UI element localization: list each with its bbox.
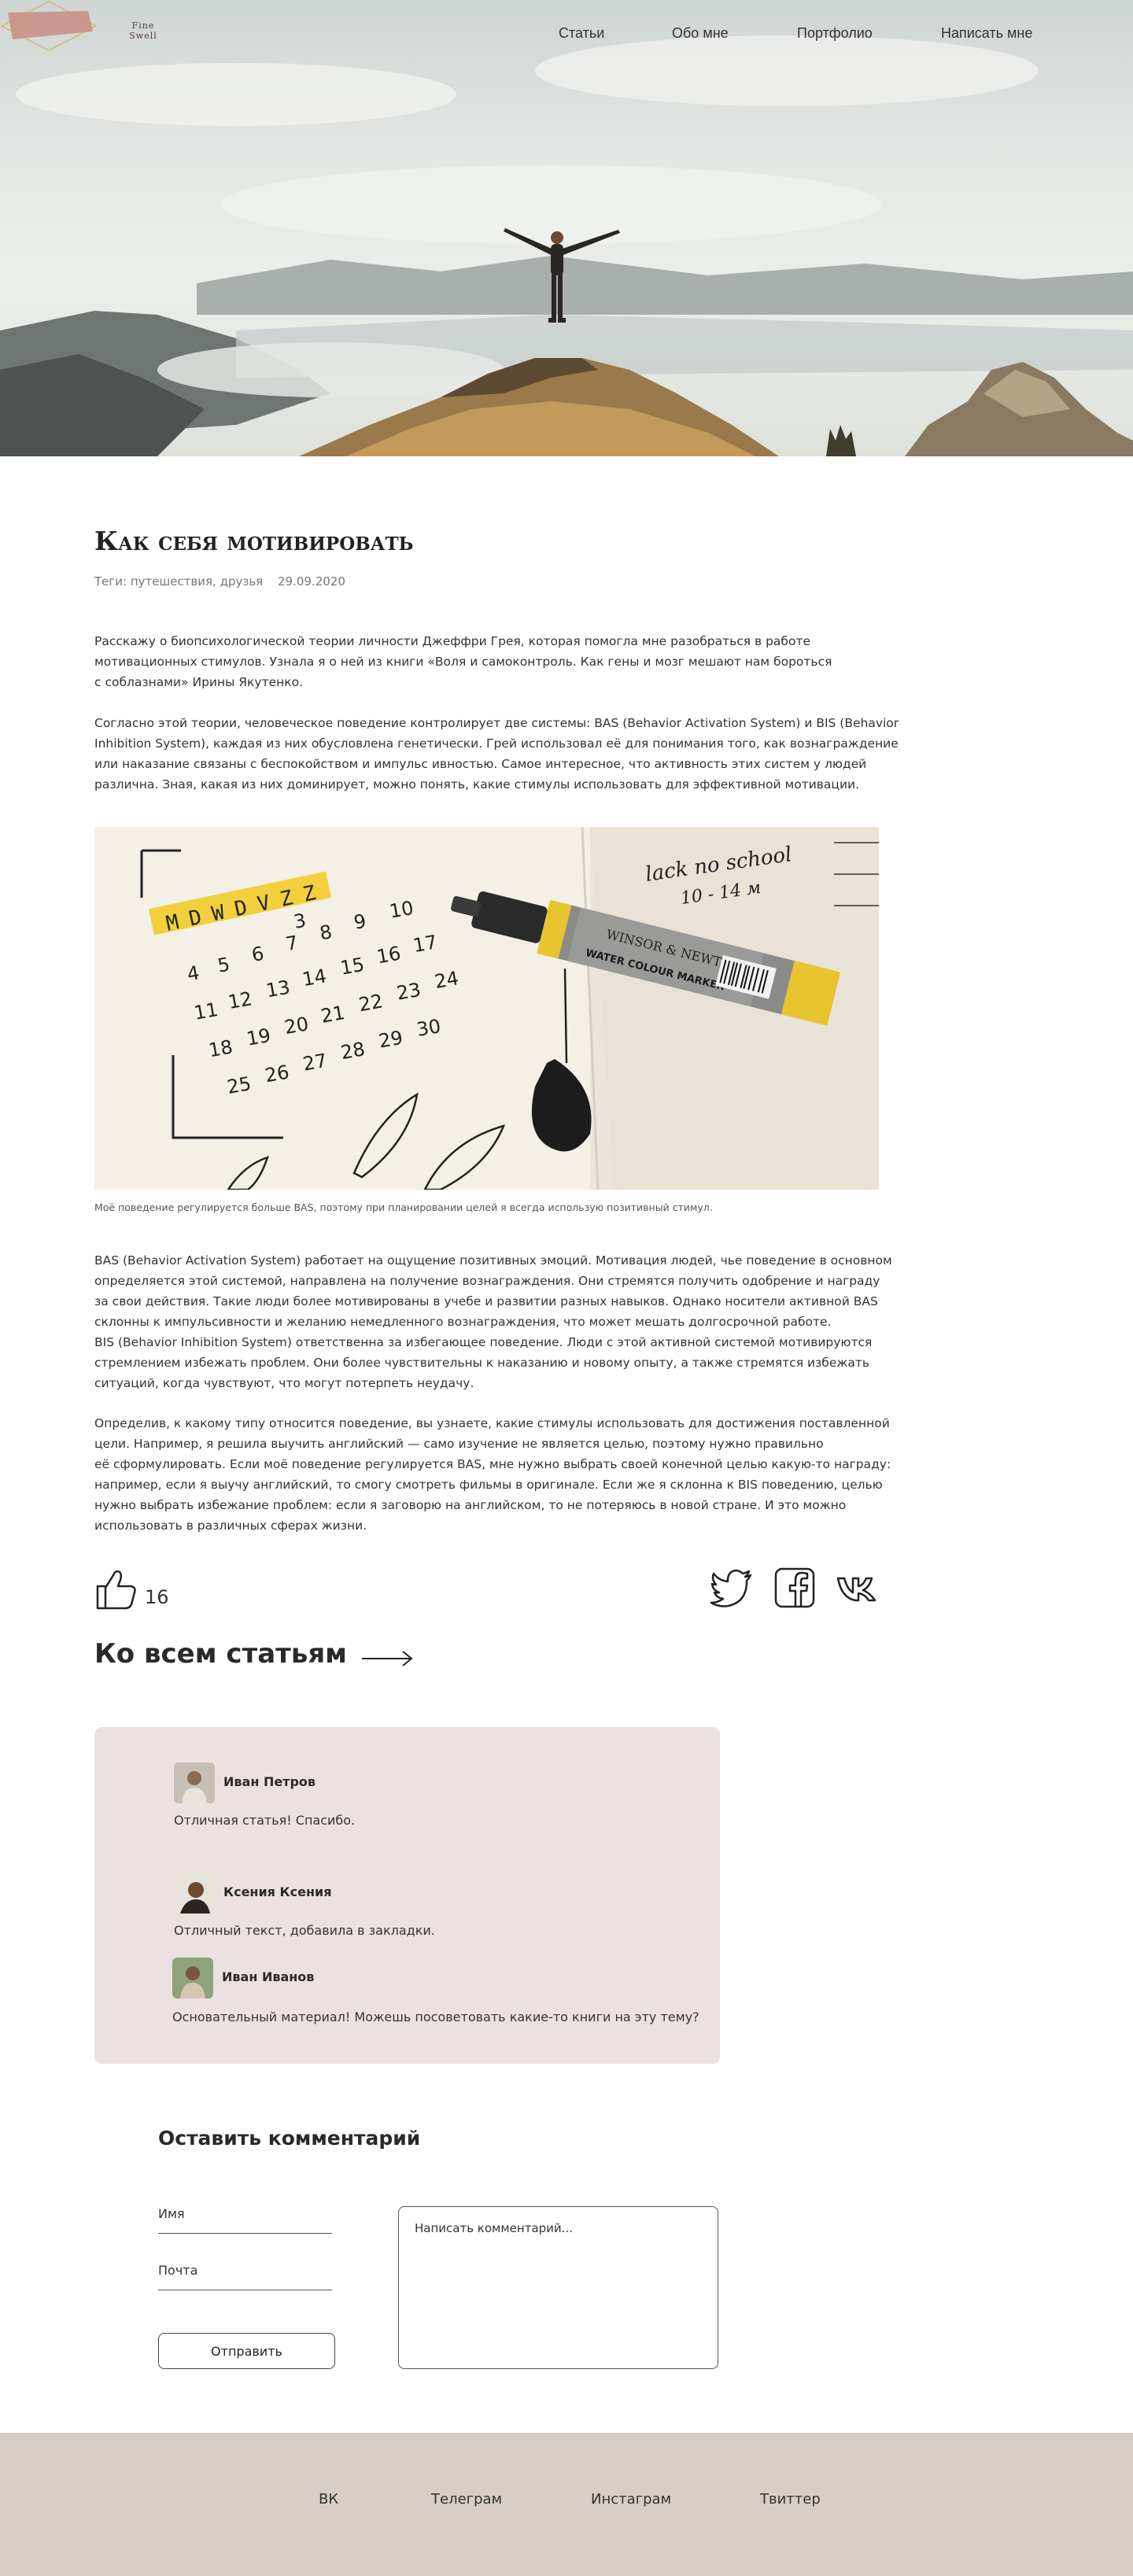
name-field-label: Имя xyxy=(158,2206,185,2221)
svg-text:27: 27 xyxy=(301,1050,329,1076)
nav-item-contact[interactable]: Написать мне xyxy=(941,25,1032,42)
email-field-label: Почта xyxy=(158,2263,198,2278)
svg-text:30: 30 xyxy=(415,1015,442,1041)
svg-text:15: 15 xyxy=(338,954,366,980)
svg-text:12: 12 xyxy=(227,987,254,1013)
vk-icon[interactable] xyxy=(836,1566,880,1610)
svg-text:18: 18 xyxy=(207,1035,234,1061)
calendar-marker-image: MDWDVZZ 3 4 5 6 7 8 9 10 11 12 13 14 15 16 17 18 19 20… xyxy=(94,827,879,1190)
avatar xyxy=(174,1762,215,1803)
facebook-icon[interactable] xyxy=(773,1566,817,1610)
svg-text:19: 19 xyxy=(245,1024,272,1050)
avatar xyxy=(174,1873,215,1914)
paragraph-theory: Согласно этой теории, человеческое повед… xyxy=(94,716,899,792)
footer-link-telegram[interactable]: Телеграм xyxy=(431,2491,502,2508)
arrow-right-icon[interactable] xyxy=(360,1649,414,1668)
svg-text:13: 13 xyxy=(264,976,292,1002)
hero-banner: Fine Swell Статьи Обо мне Портфолио Напи… xyxy=(0,0,1133,456)
comments-section: Иван Петров Отличная статья! Спасибо. Кс… xyxy=(94,1727,720,2064)
article-photo: MDWDVZZ 3 4 5 6 7 8 9 10 11 12 13 14 15 16 17 18 19 20… xyxy=(94,827,879,1190)
submit-button[interactable]: Отправить xyxy=(158,2333,335,2369)
svg-text:29: 29 xyxy=(377,1027,404,1053)
svg-text:21: 21 xyxy=(319,1002,347,1028)
article-title: Как себя мотивировать xyxy=(94,526,414,556)
paragraph-intro: Расскажу о биопсихологической теории лич… xyxy=(94,634,832,689)
svg-text:24: 24 xyxy=(433,967,460,993)
footer-link-instagram[interactable]: Инстаграм xyxy=(591,2491,671,2508)
comment-textarea[interactable] xyxy=(398,2206,718,2369)
svg-text:20: 20 xyxy=(282,1013,310,1039)
footer: ВК Телеграм Инстаграм Твиттер xyxy=(0,2433,1133,2576)
article-tags: Теги: путешествия, друзья xyxy=(94,574,264,589)
paragraph-bas-bis: BAS (Behavior Activation System) работае… xyxy=(94,1253,892,1390)
avatar xyxy=(172,1958,213,1998)
svg-text:22: 22 xyxy=(357,990,385,1016)
article-date: 29.09.2020 xyxy=(278,574,345,589)
svg-text:16: 16 xyxy=(375,942,403,968)
svg-text:10: 10 xyxy=(388,897,415,923)
comment-author: Ксения Ксения xyxy=(223,1884,332,1899)
name-field[interactable] xyxy=(158,2233,332,2234)
all-articles-link[interactable]: Ко всем статьям xyxy=(94,1638,347,1670)
svg-text:11: 11 xyxy=(192,998,220,1024)
comment-author: Иван Иванов xyxy=(222,1969,315,1984)
main-nav: Статьи Обо мне Портфолио Написать мне xyxy=(0,25,1133,46)
comment-text: Отличный текст, добавила в закладки. xyxy=(174,1923,435,1938)
comment-text: Основательный материал! Можешь посоветов… xyxy=(172,2010,699,2024)
nav-item-about[interactable]: Обо мне xyxy=(672,25,729,42)
svg-text:14: 14 xyxy=(301,965,328,991)
nav-item-portfolio[interactable]: Портфолио xyxy=(797,25,873,42)
like-icon[interactable] xyxy=(94,1567,138,1611)
nav-item-articles[interactable]: Статьи xyxy=(559,25,604,42)
svg-text:28: 28 xyxy=(339,1038,367,1064)
paragraph-conclusion: Определив, к какому типу относится повед… xyxy=(94,1416,891,1533)
comment-text: Отличная статья! Спасибо. xyxy=(174,1813,356,1828)
footer-link-twitter[interactable]: Твиттер xyxy=(760,2491,821,2508)
svg-text:26: 26 xyxy=(264,1061,291,1087)
article-meta: Теги: путешествия, друзья 29.09.2020 xyxy=(94,574,345,589)
photo-caption: Моё поведение регулируется больше BAS, п… xyxy=(94,1201,713,1213)
comment-form-title: Оставить комментарий xyxy=(158,2127,421,2150)
comment-author: Иван Петров xyxy=(223,1774,316,1789)
like-count: 16 xyxy=(145,1586,169,1608)
svg-text:23: 23 xyxy=(395,979,423,1005)
hero-image-mountain xyxy=(0,35,1133,456)
svg-text:25: 25 xyxy=(225,1072,253,1098)
footer-link-vk[interactable]: ВК xyxy=(319,2491,338,2508)
twitter-icon[interactable] xyxy=(710,1566,754,1610)
svg-text:17: 17 xyxy=(411,931,439,957)
